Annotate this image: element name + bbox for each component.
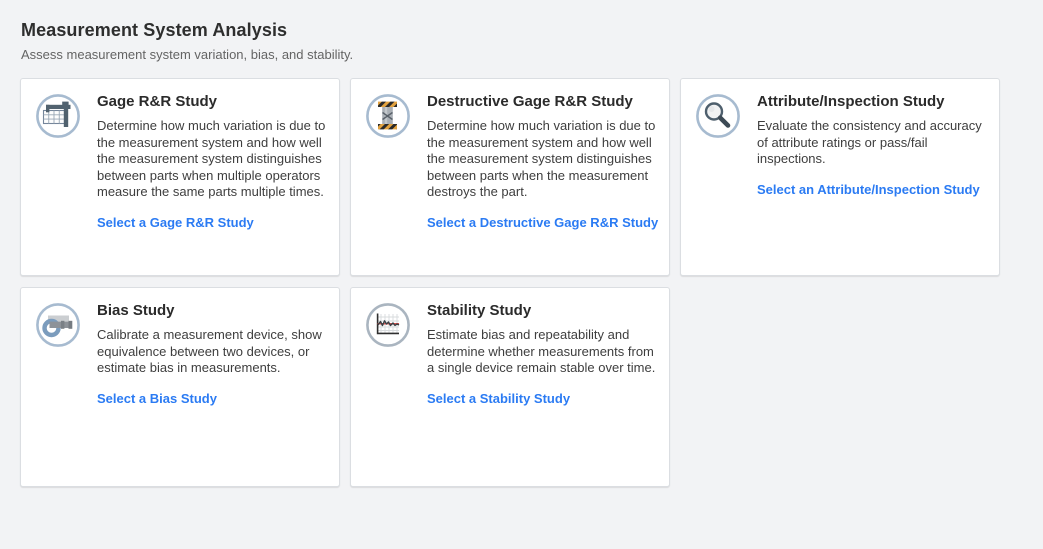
card-description-stability: Estimate bias and repeatability and dete… — [427, 327, 661, 377]
micrometer-icon — [35, 302, 81, 348]
control-chart-icon — [365, 302, 411, 348]
card-title-bias: Bias Study — [97, 302, 331, 319]
study-cards-grid: Gage R&R Study Determine how much variat… — [20, 78, 1000, 487]
select-stability-study-link[interactable]: Select a Stability Study — [427, 391, 570, 406]
page-subtitle: Assess measurement system variation, bia… — [21, 47, 1043, 62]
select-bias-study-link[interactable]: Select a Bias Study — [97, 391, 217, 406]
page-title: Measurement System Analysis — [21, 20, 1043, 41]
card-body: Attribute/Inspection Study Evaluate the … — [757, 92, 991, 199]
card-body: Gage R&R Study Determine how much variat… — [97, 92, 331, 232]
page-header: Measurement System Analysis Assess measu… — [21, 20, 1043, 62]
select-destructive-gage-rr-study-link[interactable]: Select a Destructive Gage R&R Study — [427, 215, 658, 230]
magnifier-icon — [695, 93, 741, 139]
card-description-bias: Calibrate a measurement device, show equ… — [97, 327, 331, 377]
card-body: Destructive Gage R&R Study Determine how… — [427, 92, 661, 232]
card-title-gage-rr: Gage R&R Study — [97, 93, 331, 110]
card-gage-rr-study: Gage R&R Study Determine how much variat… — [20, 78, 340, 276]
card-body: Stability Study Estimate bias and repeat… — [427, 301, 661, 408]
card-description-destructive-gage-rr: Determine how much variation is due to t… — [427, 118, 661, 201]
card-body: Bias Study Calibrate a measurement devic… — [97, 301, 331, 408]
card-attribute-inspection-study: Attribute/Inspection Study Evaluate the … — [680, 78, 1000, 276]
card-title-attribute-inspection: Attribute/Inspection Study — [757, 93, 991, 110]
select-attribute-inspection-study-link[interactable]: Select an Attribute/Inspection Study — [757, 182, 980, 197]
destructive-test-icon — [365, 93, 411, 139]
card-bias-study: Bias Study Calibrate a measurement devic… — [20, 287, 340, 487]
card-stability-study: Stability Study Estimate bias and repeat… — [350, 287, 670, 487]
card-destructive-gage-rr-study: Destructive Gage R&R Study Determine how… — [350, 78, 670, 276]
select-gage-rr-study-link[interactable]: Select a Gage R&R Study — [97, 215, 254, 230]
card-description-attribute-inspection: Evaluate the consistency and accuracy of… — [757, 118, 991, 168]
caliper-grid-icon — [35, 93, 81, 139]
card-title-destructive-gage-rr: Destructive Gage R&R Study — [427, 93, 661, 110]
card-title-stability: Stability Study — [427, 302, 661, 319]
card-description-gage-rr: Determine how much variation is due to t… — [97, 118, 331, 201]
